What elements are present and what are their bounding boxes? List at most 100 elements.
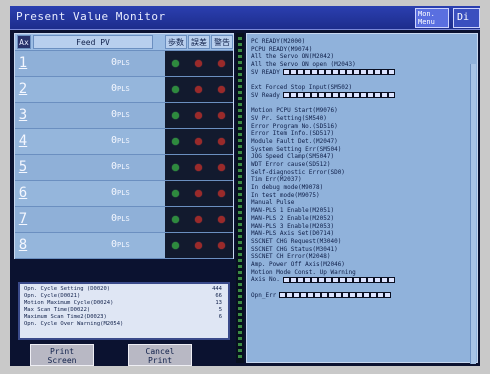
status-line-text: In test mode(M9075) xyxy=(251,191,320,199)
got-screen: Present Value Monitor Mon. Menu Di Ax Fe… xyxy=(10,6,480,366)
status-line-text: Motion PCPU Start(M9076) xyxy=(251,107,338,115)
status-line: System Setting Err(SM504) xyxy=(251,146,473,154)
bit-lamp-strip xyxy=(236,33,244,363)
status-line: Self-diagnostic Error(SD0) xyxy=(251,169,473,177)
status-lamp-icon xyxy=(172,242,179,249)
status-line-text: Opn_Err xyxy=(251,291,277,299)
status-line: Motion PCPU Start(M9076) xyxy=(251,107,473,115)
bit-lamp-icon xyxy=(238,301,242,304)
bit-lamp-icon xyxy=(238,259,242,262)
print-screen-label-1: Print xyxy=(49,347,75,356)
status-monitor-panel: PC READY(M2000) PCPU READY(M9074) All the … xyxy=(246,33,478,364)
info-line: Opn. Cycle Setting (D0020) 444 xyxy=(24,286,224,293)
scrollbar[interactable] xyxy=(470,64,476,364)
feed-value-unit: PLS xyxy=(117,137,130,145)
info-label: Opn. Cycle(D0021) xyxy=(24,293,81,299)
status-list: PC READY(M2000) PCPU READY(M9074) All the … xyxy=(251,38,473,299)
bit-lamp-icon xyxy=(238,61,242,64)
axis-number: 8 xyxy=(18,237,28,253)
error-lamp-icon xyxy=(195,216,202,223)
status-line-text: SSCNET CHG Status(M3041) xyxy=(251,245,338,253)
bit-lamp-icon xyxy=(238,349,242,352)
status-line: Axis No. xyxy=(251,276,473,284)
info-value: 6 xyxy=(218,314,222,320)
feed-present-value: 0PLS xyxy=(111,57,130,68)
header-feed-pv: Feed PV xyxy=(33,35,153,49)
bit-lamp-icon xyxy=(238,283,242,286)
error-lamp-icon xyxy=(195,190,202,197)
status-line-text: MAN-PLS 1 Enable(M2051) xyxy=(251,207,335,215)
status-line-text: Error Item Info.(SD517) xyxy=(251,130,335,138)
error-lamp-icon xyxy=(195,138,202,145)
cancel-print-label-1: Cancel xyxy=(145,347,175,356)
bit-lamp-icon xyxy=(238,337,242,340)
status-lamp-icon xyxy=(172,86,179,93)
status-line: WDT Error cause(SD512) xyxy=(251,161,473,169)
status-line: Ext Forced Stop Input(SM502) xyxy=(251,84,473,92)
bit-lamp-icon xyxy=(238,133,242,136)
status-line: Module Fault Det.(M2047) xyxy=(251,138,473,146)
axis-monitor-panel: Ax Feed PV 歩数 誤差 警告 1 0PLS 2 0PLS 3 0PLS 4 0PLS… xyxy=(14,33,234,259)
status-lamp-area xyxy=(165,77,233,102)
print-screen-label-2: Screen xyxy=(47,356,77,365)
status-lamp-icon xyxy=(172,216,179,223)
status-line: SV Ready xyxy=(251,92,473,100)
info-line: Opn. Cycle(D0021) 66 xyxy=(24,293,224,300)
bit-lamp-icon xyxy=(238,235,242,238)
cancel-print-label-2: Print xyxy=(147,356,173,365)
bit-lamp-icon xyxy=(238,73,242,76)
title-bar: Present Value Monitor Mon. Menu Di xyxy=(10,6,480,30)
status-line: SSCNET CHG Request(M3040) xyxy=(251,238,473,246)
info-line: Max Scan Time(D0022) 5 xyxy=(24,307,224,314)
axis-number: 5 xyxy=(18,159,28,175)
info-line: Maximum Scan Time2(D0023) 6 xyxy=(24,314,224,321)
feed-value-unit: PLS xyxy=(117,111,130,119)
warning-lamp-icon xyxy=(218,138,225,145)
display-button[interactable]: Di xyxy=(453,8,480,28)
axis-table-header: Ax Feed PV 歩数 誤差 警告 xyxy=(15,34,233,51)
feed-value-unit: PLS xyxy=(117,85,130,93)
bit-lamp-icon xyxy=(238,355,242,358)
status-line: MAN-PLS 3 Enable(M2053) xyxy=(251,223,473,231)
header-col-3: 歩数 xyxy=(165,35,187,49)
bit-lamp-icon xyxy=(238,331,242,334)
info-line: Motion Maximum Cycle(D0024) 13 xyxy=(24,300,224,307)
status-line: In test mode(M9075) xyxy=(251,192,473,200)
axis-number: 7 xyxy=(18,211,28,227)
status-line: Manual Pulse xyxy=(251,199,473,207)
warning-lamp-icon xyxy=(218,216,225,223)
error-lamp-icon xyxy=(195,86,202,93)
bit-display-bar xyxy=(282,276,395,283)
status-line-text: Self-diagnostic Error(SD0) xyxy=(251,168,345,176)
cycle-info-box: Opn. Cycle Setting (D0020) 444 Opn. Cycle(… xyxy=(18,282,230,340)
header-axis: Ax xyxy=(17,35,31,49)
print-screen-button[interactable]: Print Screen xyxy=(30,344,94,366)
status-line-text: MAN-PLS Axis Set(D0714) xyxy=(251,230,335,238)
bit-lamp-icon xyxy=(238,265,242,268)
status-line-text: Motion Mode Const. Up Warning xyxy=(251,268,356,276)
cancel-print-button[interactable]: Cancel Print xyxy=(128,344,192,366)
axis-rows: 1 0PLS 2 0PLS 3 0PLS 4 0PLS 5 0PLS 6 0PLS 7 0PLS 8 0PLS xyxy=(15,51,233,259)
axis-row: 6 0PLS xyxy=(15,181,233,207)
bit-lamp-icon xyxy=(238,85,242,88)
bit-lamp-icon xyxy=(238,307,242,310)
screen-title: Present Value Monitor xyxy=(16,10,166,23)
bit-lamp-icon xyxy=(238,319,242,322)
bit-lamp-icon xyxy=(238,139,242,142)
bit-lamp-icon xyxy=(238,223,242,226)
info-label: Motion Maximum Cycle(D0024) xyxy=(24,300,114,306)
bit-lamp-icon xyxy=(238,151,242,154)
feed-present-value: 0PLS xyxy=(111,187,130,198)
monitor-menu-button[interactable]: Mon. Menu xyxy=(415,8,449,28)
status-line: Error Program No.(SD516) xyxy=(251,123,473,131)
status-line: PCPU READY(M9074) xyxy=(251,46,473,54)
info-value: 444 xyxy=(212,286,222,292)
bit-lamp-icon xyxy=(238,37,242,40)
header-col-4: 誤差 xyxy=(188,35,210,49)
status-line: Amp. Power Off Axis(M2046) xyxy=(251,261,473,269)
warning-lamp-icon xyxy=(218,242,225,249)
info-label: Maximum Scan Time2(D0023) xyxy=(24,314,107,320)
axis-number: 2 xyxy=(18,81,28,97)
bit-lamp-icon xyxy=(238,121,242,124)
bit-lamp-icon xyxy=(238,169,242,172)
